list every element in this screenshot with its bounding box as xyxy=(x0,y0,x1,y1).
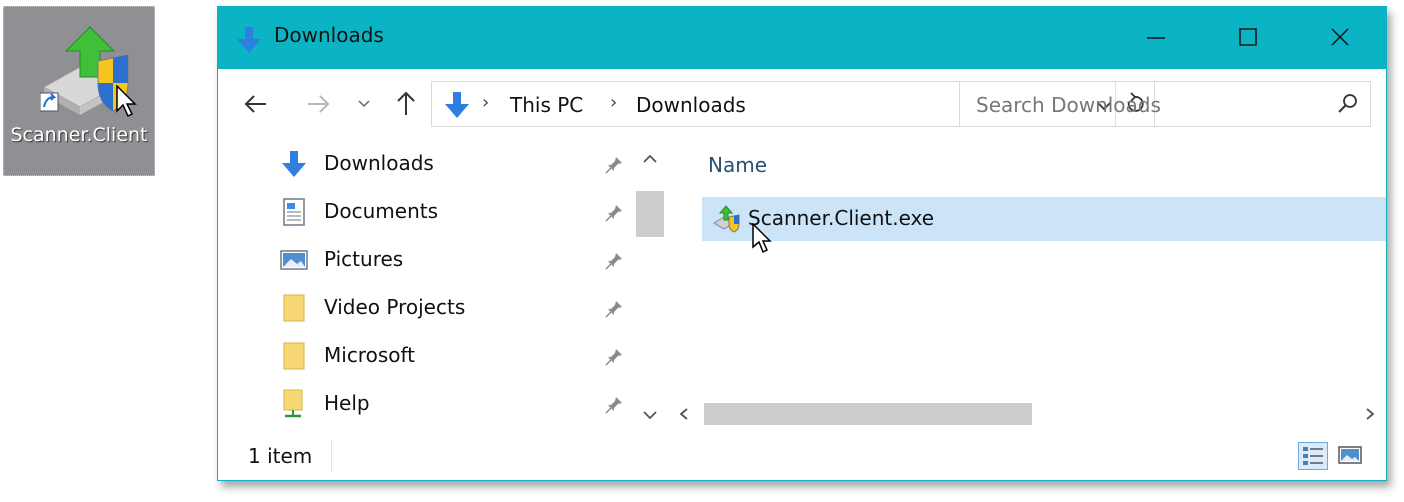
navigation-pane: Downloads Documents Pictures Video Proje… xyxy=(218,137,666,427)
pin-icon[interactable] xyxy=(604,299,624,319)
breadcrumb-this-pc[interactable]: This PC xyxy=(510,93,583,117)
pin-icon[interactable] xyxy=(604,347,624,367)
documents-icon xyxy=(278,197,310,227)
downloads-icon xyxy=(234,25,264,55)
nav-item-downloads[interactable]: Downloads xyxy=(278,143,638,187)
scrollbar-thumb[interactable] xyxy=(704,403,1032,425)
breadcrumb-separator-icon[interactable]: › xyxy=(610,92,617,113)
nav-item-video-projects[interactable]: Video Projects xyxy=(278,287,638,331)
scroll-left-icon[interactable] xyxy=(678,407,690,421)
large-icons-view-icon xyxy=(1338,446,1362,464)
nav-item-label: Pictures xyxy=(324,247,404,271)
chevron-down-icon xyxy=(358,100,370,108)
arrow-right-icon xyxy=(308,95,330,113)
nav-item-help[interactable]: Help xyxy=(278,383,638,427)
status-bar: 1 item xyxy=(218,432,1386,480)
desktop-shortcut-scanner-client[interactable]: Scanner.Client xyxy=(3,6,155,176)
status-divider xyxy=(331,440,332,472)
maximize-button[interactable] xyxy=(1202,7,1294,69)
scroll-down-icon[interactable] xyxy=(642,409,658,421)
nav-item-label: Video Projects xyxy=(324,295,466,319)
search-icon[interactable] xyxy=(1336,92,1360,116)
folder-icon xyxy=(278,341,310,371)
scrollbar-thumb[interactable] xyxy=(636,191,664,237)
shortcut-label: Scanner.Client xyxy=(10,124,148,146)
search-input[interactable] xyxy=(974,90,1318,120)
mouse-cursor-icon xyxy=(116,85,137,118)
arrow-left-icon xyxy=(244,95,266,113)
recent-locations-button[interactable] xyxy=(354,87,374,121)
folder-icon xyxy=(278,293,310,323)
pictures-icon xyxy=(278,245,310,275)
up-button[interactable] xyxy=(388,87,424,121)
maximize-icon xyxy=(1239,28,1257,46)
navigation-bar: › This PC › Downloads xyxy=(218,69,1386,137)
nav-item-microsoft[interactable]: Microsoft xyxy=(278,335,638,379)
pin-icon[interactable] xyxy=(604,251,624,271)
column-header-name[interactable]: Name xyxy=(708,153,767,177)
explorer-window: Downloads › This PC › Downloads Search D… xyxy=(217,6,1387,481)
nav-item-label: Documents xyxy=(324,199,439,223)
file-list: Name Scanner.Client.exe xyxy=(666,137,1386,427)
back-button[interactable] xyxy=(238,87,274,121)
pin-icon[interactable] xyxy=(604,395,624,415)
breadcrumb-downloads[interactable]: Downloads xyxy=(636,93,746,117)
window-title: Downloads xyxy=(274,23,384,47)
mouse-cursor-icon xyxy=(752,223,772,254)
pin-icon[interactable] xyxy=(604,203,624,223)
scroll-right-icon[interactable] xyxy=(1364,407,1376,421)
details-view-button[interactable] xyxy=(1298,442,1328,470)
downloads-icon xyxy=(442,90,472,120)
scroll-up-icon[interactable] xyxy=(642,153,658,165)
horizontal-scrollbar[interactable] xyxy=(666,399,1386,429)
forward-button[interactable] xyxy=(300,87,336,121)
network-folder-icon xyxy=(278,389,310,419)
large-icons-view-button[interactable] xyxy=(1336,442,1366,470)
minimize-button[interactable] xyxy=(1110,7,1202,69)
breadcrumb-separator-icon[interactable]: › xyxy=(482,92,489,113)
pin-icon[interactable] xyxy=(604,155,624,175)
close-icon xyxy=(1331,28,1349,46)
close-button[interactable] xyxy=(1294,7,1386,69)
title-bar[interactable]: Downloads xyxy=(218,7,1386,69)
nav-item-label: Help xyxy=(324,391,370,415)
installer-icon xyxy=(712,205,742,233)
nav-item-label: Downloads xyxy=(324,151,434,175)
nav-item-documents[interactable]: Documents xyxy=(278,191,638,235)
details-view-icon xyxy=(1303,447,1323,465)
item-count: 1 item xyxy=(248,444,313,468)
downloads-icon xyxy=(278,149,310,179)
nav-pane-scrollbar[interactable] xyxy=(634,147,666,429)
nav-item-pictures[interactable]: Pictures xyxy=(278,239,638,283)
minimize-icon xyxy=(1147,37,1165,39)
nav-item-label: Microsoft xyxy=(324,343,416,367)
search-box[interactable] xyxy=(959,81,1371,127)
arrow-up-icon xyxy=(397,91,415,115)
file-name: Scanner.Client.exe xyxy=(748,206,935,230)
file-row[interactable]: Scanner.Client.exe xyxy=(702,197,1386,254)
